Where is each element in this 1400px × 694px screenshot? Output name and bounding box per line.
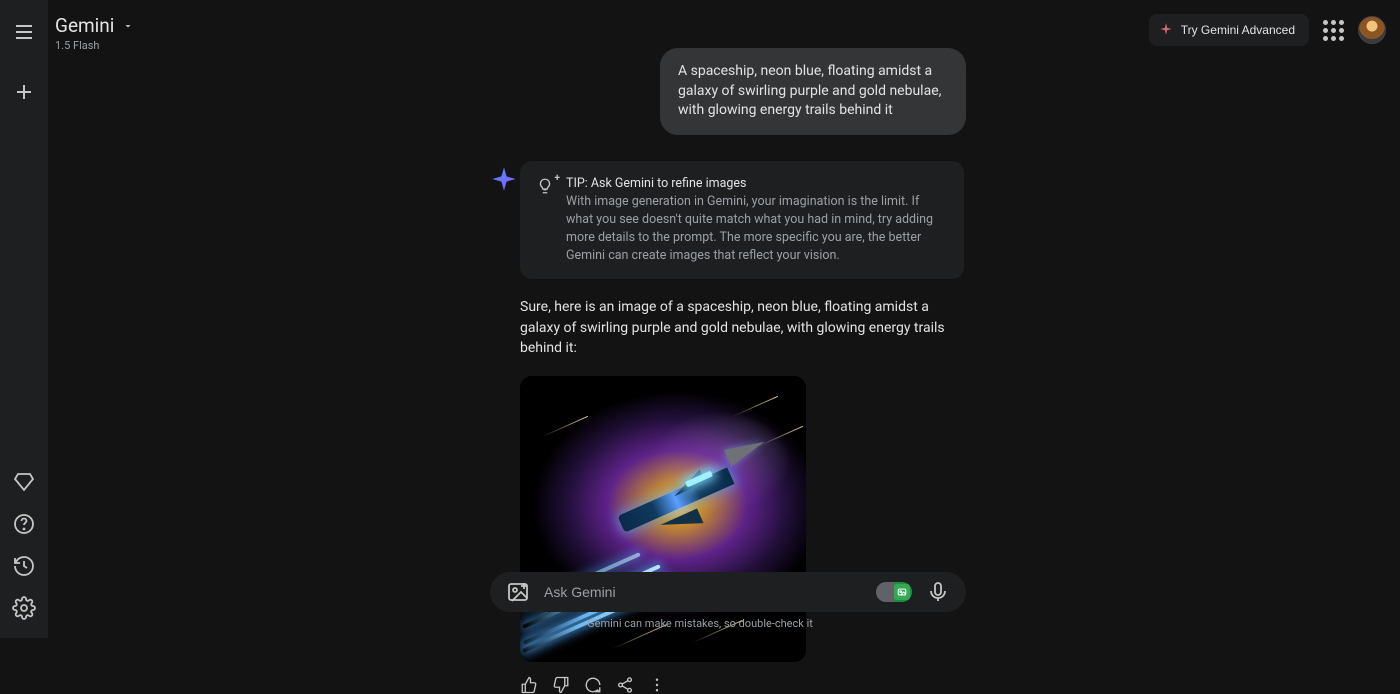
user-message: A spaceship, neon blue, floating amidst … xyxy=(660,48,966,135)
history-icon[interactable] xyxy=(12,554,36,578)
composer xyxy=(490,572,966,612)
response-actions xyxy=(520,676,976,694)
mic-icon[interactable] xyxy=(926,580,950,604)
tip-text: TIP: Ask Gemini to refine images With im… xyxy=(566,175,948,266)
apps-icon[interactable] xyxy=(1323,20,1344,41)
disclaimer: Gemini can make mistakes, so double-chec… xyxy=(0,617,1400,630)
more-icon[interactable] xyxy=(648,676,666,694)
regenerate-icon[interactable] xyxy=(584,676,602,694)
rail-bottom-group xyxy=(0,470,48,620)
lightbulb-icon: + xyxy=(536,177,554,266)
gem-icon[interactable] xyxy=(12,470,36,494)
tip-body: With image generation in Gemini, your im… xyxy=(566,194,933,263)
menu-icon[interactable] xyxy=(12,20,36,44)
share-icon[interactable] xyxy=(616,676,634,694)
new-chat-icon[interactable] xyxy=(12,80,36,104)
image-mode-toggle[interactable] xyxy=(876,582,912,602)
gemini-spark-icon xyxy=(490,165,518,193)
model-switcher[interactable]: Gemini xyxy=(55,14,134,37)
spark-icon xyxy=(1159,22,1173,39)
try-advanced-label: Try Gemini Advanced xyxy=(1181,23,1295,37)
try-advanced-button[interactable]: Try Gemini Advanced xyxy=(1149,14,1309,46)
account-avatar[interactable] xyxy=(1358,16,1386,44)
assistant-turn: + TIP: Ask Gemini to refine images With … xyxy=(490,161,976,694)
thumbs-down-icon[interactable] xyxy=(552,676,570,694)
header: Gemini 1.5 Flash xyxy=(55,14,134,52)
model-name: 1.5 Flash xyxy=(55,39,134,52)
tip-title: TIP: Ask Gemini to refine images xyxy=(566,176,747,191)
tip-card: + TIP: Ask Gemini to refine images With … xyxy=(520,161,964,280)
add-image-icon[interactable] xyxy=(506,580,530,604)
assistant-text: Sure, here is an image of a spaceship, n… xyxy=(520,297,964,358)
app-title: Gemini xyxy=(55,14,114,37)
chevron-down-icon xyxy=(122,14,134,37)
image-mode-knob xyxy=(894,584,910,600)
help-icon[interactable] xyxy=(12,512,36,536)
thumbs-up-icon[interactable] xyxy=(520,676,538,694)
prompt-input[interactable] xyxy=(544,584,862,600)
header-right: Try Gemini Advanced xyxy=(1149,14,1386,46)
left-rail xyxy=(0,0,48,638)
